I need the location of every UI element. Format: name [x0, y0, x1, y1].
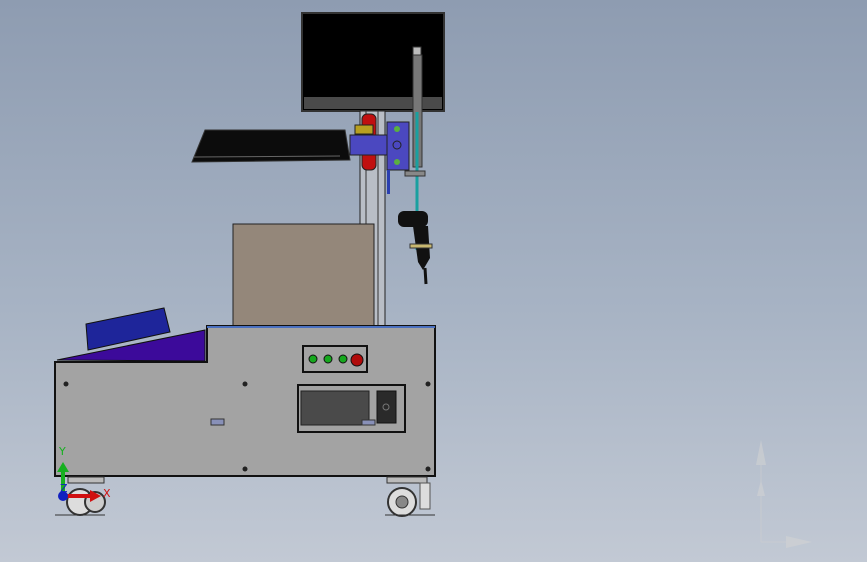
- triad-y-label: Y: [58, 445, 66, 458]
- reference-axes-icon: [756, 440, 812, 548]
- indicator-light-3[interactable]: [338, 354, 348, 364]
- triad-x-label: X: [103, 487, 111, 500]
- monitor: [301, 12, 445, 112]
- emergency-stop-button[interactable]: [350, 353, 364, 367]
- triad-z-label: Z: [60, 482, 68, 495]
- barcode-scanner: [398, 211, 433, 285]
- caster-wheel-right: [385, 476, 435, 517]
- cad-viewport[interactable]: Y X Z: [0, 0, 867, 562]
- indicator-light-2[interactable]: [323, 354, 333, 364]
- power-switch[interactable]: [376, 390, 397, 424]
- indicator-light-1[interactable]: [308, 354, 318, 364]
- cardboard-box: [232, 223, 375, 327]
